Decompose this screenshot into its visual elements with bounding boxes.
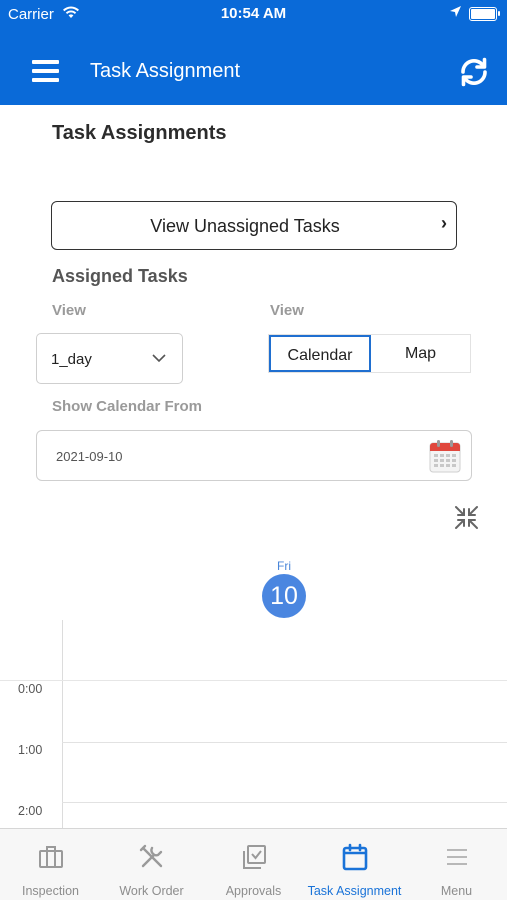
menu-lines-icon — [443, 843, 471, 871]
hamburger-menu-icon[interactable] — [32, 60, 59, 82]
collapse-icon[interactable] — [454, 505, 479, 530]
assigned-tasks-title: Assigned Tasks — [52, 266, 188, 286]
view-mode-toggle: Calendar Map — [268, 334, 471, 373]
calendar-icon — [341, 843, 369, 871]
show-calendar-from-field[interactable]: 2021-09-10 — [36, 430, 472, 481]
battery-icon — [469, 7, 500, 21]
view-mode-map-option[interactable]: Map — [371, 335, 470, 372]
view-duration-value: 1_day — [51, 351, 92, 368]
tab-label: Inspection — [22, 884, 79, 898]
tab-label: Work Order — [119, 884, 184, 898]
calendar-picker-icon[interactable] — [429, 439, 461, 473]
status-time: 10:54 AM — [220, 5, 287, 22]
location-arrow-icon — [449, 5, 462, 23]
view-mode-label: View — [270, 302, 304, 319]
calendar-hour-label: 0:00 — [18, 682, 43, 696]
tab-label: Approvals — [225, 884, 282, 898]
approvals-icon — [240, 843, 268, 871]
view-mode-calendar-option[interactable]: Calendar — [269, 335, 371, 372]
calendar-all-day-divider — [0, 680, 507, 681]
chevron-right-icon: › — [441, 213, 447, 233]
tab-label: Task Assignment — [307, 884, 402, 898]
top-bar: Carrier 10:54 AM Task Assignment — [0, 0, 507, 105]
calendar-hour-line — [62, 742, 507, 743]
page-title: Task Assignments — [52, 122, 227, 144]
view-duration-dropdown[interactable]: 1_day — [36, 333, 183, 384]
tab-menu[interactable]: Menu — [406, 829, 507, 900]
header-title: Task Assignment — [90, 60, 241, 82]
tools-icon — [138, 843, 166, 871]
show-calendar-from-label: Show Calendar From — [52, 398, 203, 415]
tab-task-assignment[interactable]: Task Assignment — [304, 829, 405, 900]
calendar-time-gutter-divider — [62, 620, 63, 830]
view-duration-label: View — [52, 302, 86, 319]
briefcase-icon — [37, 843, 65, 871]
view-unassigned-tasks-button[interactable]: View Unassigned Tasks › — [51, 201, 457, 250]
tab-approvals[interactable]: Approvals — [203, 829, 304, 900]
status-bar: Carrier 10:54 AM — [0, 0, 507, 30]
calendar-day-name: Fri — [277, 559, 291, 573]
tab-work-order[interactable]: Work Order — [101, 829, 202, 900]
calendar-day-number[interactable]: 10 — [262, 574, 306, 618]
calendar-hour-line — [62, 802, 507, 803]
tab-inspection[interactable]: Inspection — [0, 829, 101, 900]
view-unassigned-tasks-label: View Unassigned Tasks — [150, 216, 340, 236]
show-calendar-from-value: 2021-09-10 — [56, 449, 123, 464]
bottom-tab-bar: Inspection Work Order Approvals Task Ass… — [0, 828, 507, 900]
tab-label: Menu — [440, 884, 473, 898]
calendar-hour-label: 1:00 — [18, 743, 43, 757]
chevron-down-icon — [151, 350, 167, 366]
refresh-icon[interactable] — [458, 56, 490, 88]
calendar-hour-label: 2:00 — [18, 804, 43, 818]
